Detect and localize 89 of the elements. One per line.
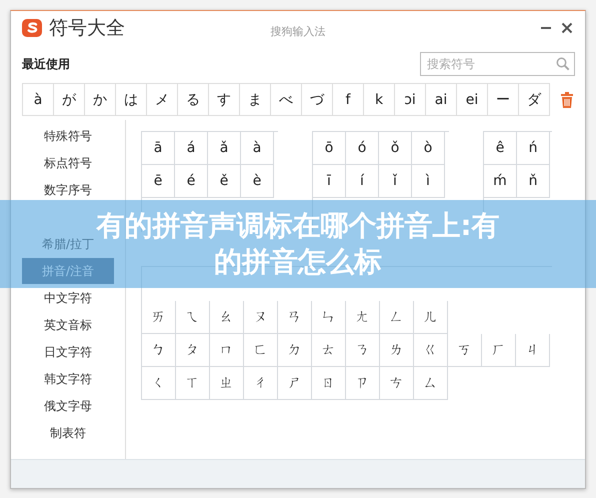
symbol-key[interactable]: ㄔ bbox=[244, 367, 278, 400]
sidebar-item[interactable]: 特殊符号 bbox=[22, 128, 114, 144]
symbol-key[interactable]: ㄣ bbox=[312, 301, 346, 334]
symbol-key[interactable]: ㄕ bbox=[278, 367, 312, 400]
symbol-key[interactable]: ㄊ bbox=[312, 334, 346, 367]
sidebar-item[interactable]: 韩文字符 bbox=[22, 371, 114, 387]
symbol-key[interactable]: ㄏ bbox=[482, 334, 516, 367]
symbol-key[interactable]: ㄐ bbox=[516, 334, 550, 367]
trash-icon bbox=[560, 92, 574, 108]
symbol-key[interactable]: ai bbox=[426, 84, 457, 116]
symbol-key[interactable]: か bbox=[85, 84, 116, 116]
symbol-key[interactable]: ㄌ bbox=[380, 334, 414, 367]
symbol-key[interactable]: ī bbox=[313, 165, 346, 198]
symbol-key[interactable]: ń bbox=[517, 132, 550, 165]
symbol-key[interactable]: ei bbox=[457, 84, 488, 116]
symbol-key[interactable]: ì bbox=[412, 165, 445, 198]
symbol-key[interactable]: ò bbox=[412, 132, 445, 165]
symbol-key[interactable]: ㄓ bbox=[210, 367, 244, 400]
symbol-key[interactable]: à bbox=[23, 84, 54, 116]
sidebar-item[interactable]: 制表符 bbox=[22, 425, 114, 441]
symbol-key[interactable]: ɔi bbox=[395, 84, 426, 116]
symbol-key[interactable]: ㄆ bbox=[176, 334, 210, 367]
close-button[interactable] bbox=[559, 20, 575, 36]
symbol-key[interactable]: ḿ bbox=[484, 165, 517, 198]
symbol-key[interactable]: は bbox=[116, 84, 147, 116]
symbol-key[interactable]: è bbox=[241, 165, 274, 198]
symbol-key[interactable]: ㄉ bbox=[278, 334, 312, 367]
symbol-key[interactable]: ǒ bbox=[379, 132, 412, 165]
symbol-key[interactable]: ー bbox=[488, 84, 519, 116]
symbol-key[interactable]: べ bbox=[271, 84, 302, 116]
symbol-key[interactable]: ē bbox=[142, 165, 175, 198]
symbol-key[interactable]: ㄠ bbox=[210, 301, 244, 334]
symbol-key[interactable]: す bbox=[209, 84, 240, 116]
window-title: 搜狗输入法 bbox=[270, 25, 326, 38]
app-name: 符号大全 bbox=[49, 16, 125, 41]
symbol-key[interactable]: ㄅ bbox=[142, 334, 176, 367]
symbol-key[interactable]: ā bbox=[142, 132, 175, 165]
symbol-key[interactable]: メ bbox=[147, 84, 178, 116]
sidebar-item[interactable]: 英文音标 bbox=[22, 317, 114, 333]
symbol-key[interactable]: ㄞ bbox=[142, 301, 176, 334]
app-logo-icon bbox=[21, 17, 43, 39]
symbol-key[interactable]: る bbox=[178, 84, 209, 116]
symbol-key[interactable]: ó bbox=[346, 132, 379, 165]
symbol-key[interactable]: ㄙ bbox=[414, 367, 448, 400]
symbol-key[interactable]: づ bbox=[302, 84, 333, 116]
symbol-key[interactable]: à bbox=[241, 132, 274, 165]
symbol-key[interactable]: ま bbox=[240, 84, 271, 116]
symbol-key[interactable]: ㄒ bbox=[176, 367, 210, 400]
symbol-key[interactable]: ㄍ bbox=[414, 334, 448, 367]
symbol-key[interactable]: ダ bbox=[519, 84, 550, 116]
symbol-key[interactable]: í bbox=[346, 165, 379, 198]
caption-text: 有的拼音声调标在哪个拼音上:有 bbox=[96, 208, 500, 244]
sidebar-item[interactable]: 数字序号 bbox=[22, 182, 114, 198]
symbol-key[interactable]: á bbox=[175, 132, 208, 165]
symbol-key[interactable]: ň bbox=[517, 165, 550, 198]
symbol-key[interactable]: ㄡ bbox=[244, 301, 278, 334]
sidebar-item[interactable]: 俄文字母 bbox=[22, 398, 114, 414]
symbol-key[interactable]: ㄦ bbox=[414, 301, 448, 334]
symbol-key[interactable]: ㄑ bbox=[142, 367, 176, 400]
symbol-key[interactable]: ǐ bbox=[379, 165, 412, 198]
symbol-key[interactable]: ō bbox=[313, 132, 346, 165]
minimize-icon bbox=[541, 27, 551, 29]
delete-button[interactable] bbox=[560, 92, 574, 108]
symbol-key[interactable]: ê bbox=[484, 132, 517, 165]
symbol-key[interactable]: ㄟ bbox=[176, 301, 210, 334]
symbol-key[interactable]: ㄈ bbox=[244, 334, 278, 367]
search-icon bbox=[556, 57, 570, 71]
symbol-key[interactable]: f bbox=[333, 84, 364, 116]
sidebar-item[interactable]: 日文字符 bbox=[22, 344, 114, 360]
symbol-key[interactable]: ㄥ bbox=[380, 301, 414, 334]
symbol-key[interactable]: ㄘ bbox=[380, 367, 414, 400]
symbol-key[interactable]: ǎ bbox=[208, 132, 241, 165]
search-field[interactable]: 搜索符号 bbox=[420, 52, 575, 76]
sidebar-item[interactable]: 中文字符 bbox=[22, 290, 114, 306]
close-icon bbox=[561, 22, 573, 34]
caption-text: 的拼音怎么标 bbox=[214, 244, 382, 280]
sidebar-item[interactable]: 标点符号 bbox=[22, 155, 114, 171]
symbol-key[interactable]: ㄗ bbox=[346, 367, 380, 400]
symbol-key[interactable]: ㄖ bbox=[312, 367, 346, 400]
symbol-key[interactable]: ㄇ bbox=[210, 334, 244, 367]
symbol-key[interactable]: ㄤ bbox=[346, 301, 380, 334]
symbol-key[interactable]: ㄎ bbox=[448, 334, 482, 367]
symbol-key[interactable]: k bbox=[364, 84, 395, 116]
symbol-key[interactable]: ㄢ bbox=[278, 301, 312, 334]
section-label: 最近使用 bbox=[22, 56, 70, 72]
symbol-key[interactable]: ㄋ bbox=[346, 334, 380, 367]
symbol-key[interactable]: é bbox=[175, 165, 208, 198]
symbol-key[interactable]: が bbox=[54, 84, 85, 116]
symbol-key[interactable]: ě bbox=[208, 165, 241, 198]
